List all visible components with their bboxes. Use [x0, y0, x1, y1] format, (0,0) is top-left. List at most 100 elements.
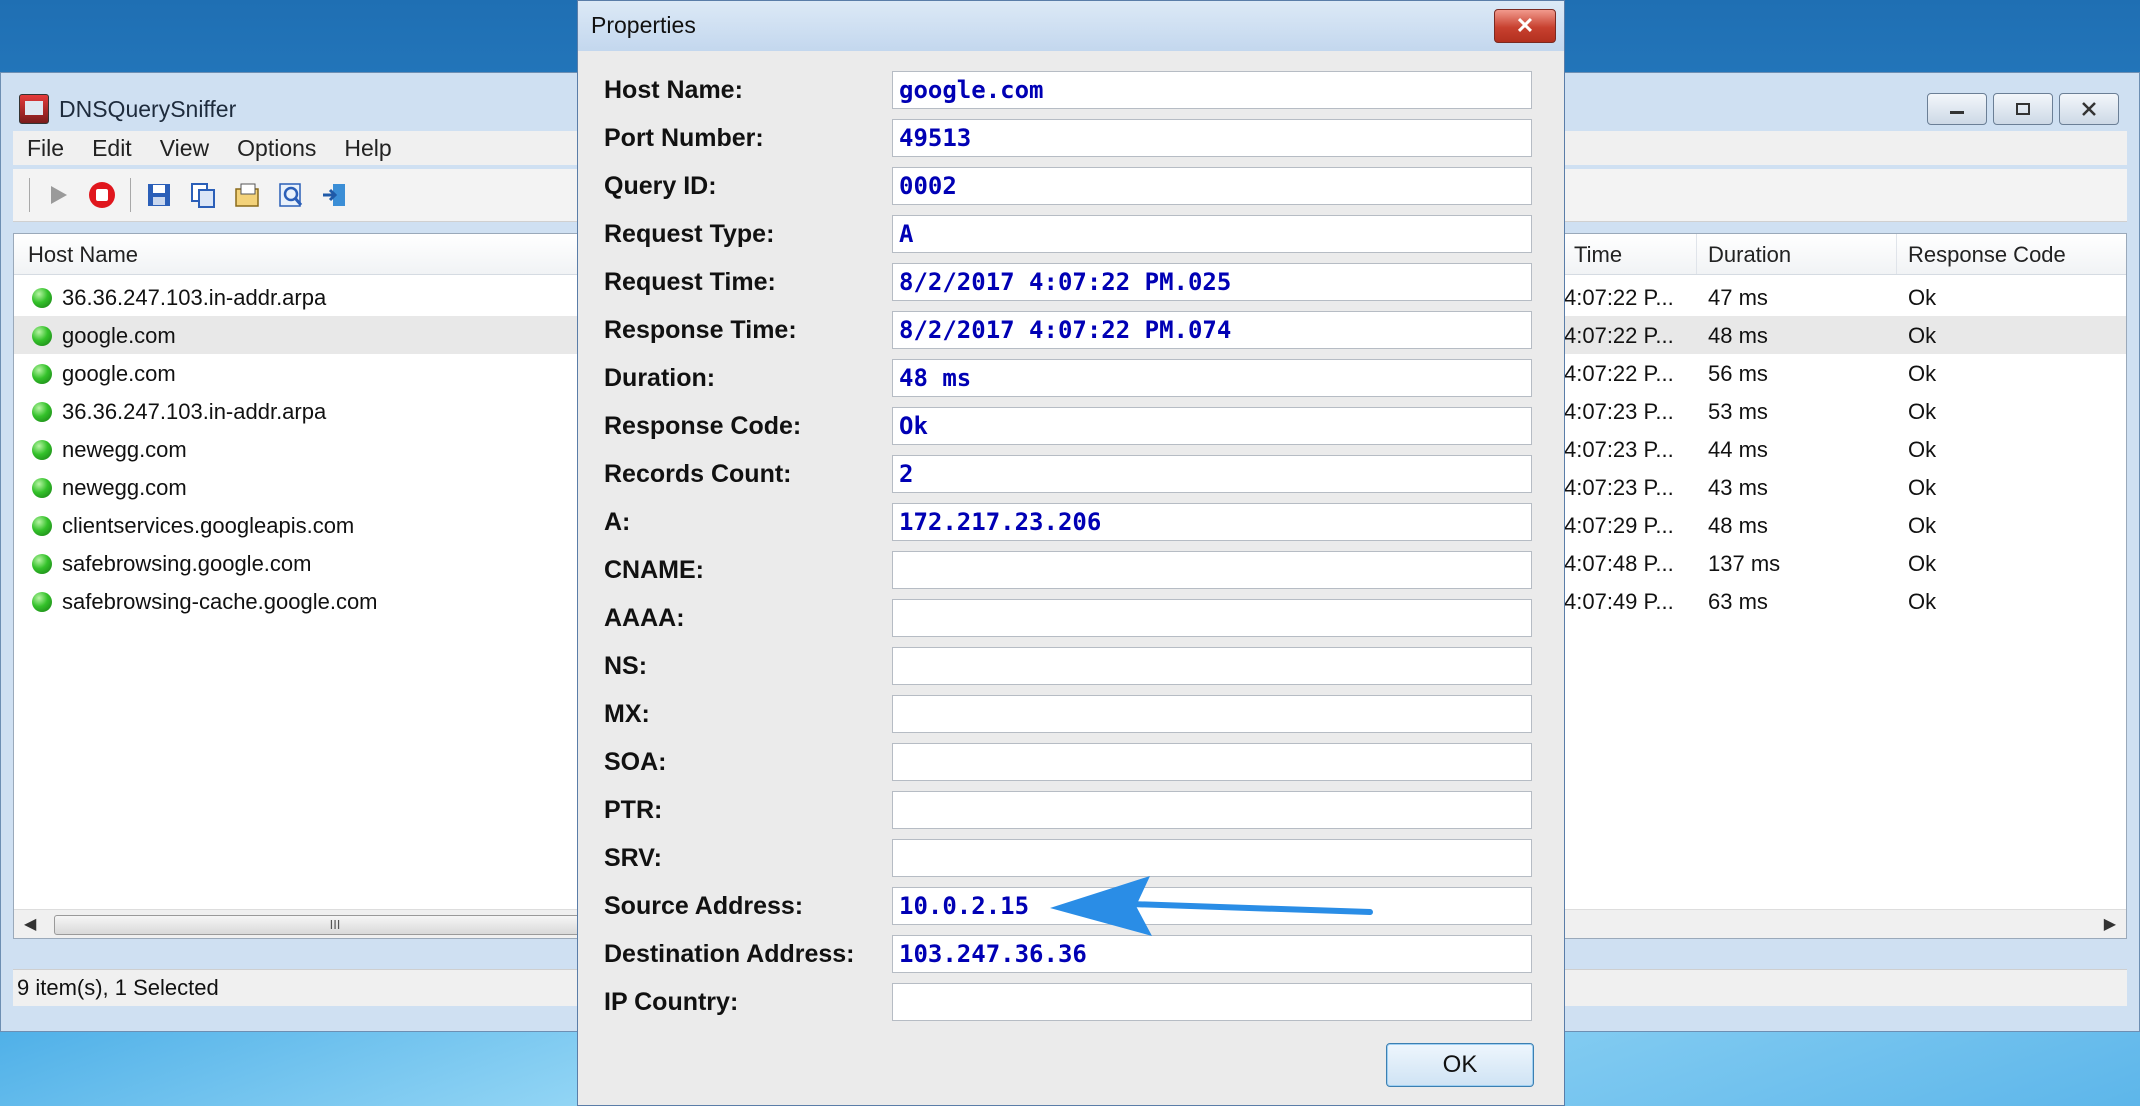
field-label: Source Address: — [604, 892, 804, 920]
host-cell: newegg.com — [62, 437, 187, 462]
status-dot-icon — [32, 592, 52, 612]
start-button[interactable] — [42, 179, 74, 211]
field-request-type: Request Type: A — [604, 215, 1544, 255]
dialog-close-button[interactable]: ✕ — [1494, 9, 1556, 43]
scrollbar-thumb[interactable]: III — [54, 915, 616, 935]
column-divider — [1896, 234, 1897, 274]
field-query-id: Query ID: 0002 — [604, 167, 1544, 207]
field-value[interactable]: 2 — [892, 455, 1532, 493]
save-button[interactable] — [143, 179, 175, 211]
status-dot-icon — [32, 288, 52, 308]
copy-button[interactable] — [187, 179, 219, 211]
response-code-cell: Ok — [1908, 285, 1937, 310]
exit-button[interactable] — [319, 179, 351, 211]
status-dot-icon — [32, 516, 52, 536]
field-label: Request Time: — [604, 268, 776, 296]
field-label: Host Name: — [604, 76, 743, 104]
field-value[interactable]: 8/2/2017 4:07:22 PM.074 — [892, 311, 1532, 349]
column-time[interactable]: Time — [1574, 242, 1622, 268]
field-port-number: Port Number: 49513 — [604, 119, 1544, 159]
field-value[interactable]: 8/2/2017 4:07:22 PM.025 — [892, 263, 1532, 301]
field-value[interactable]: A — [892, 215, 1532, 253]
stop-icon — [89, 182, 115, 208]
field-ns: NS: — [604, 647, 1544, 687]
field-value[interactable]: 172.217.23.206 — [892, 503, 1532, 541]
field-value[interactable] — [892, 695, 1532, 733]
field-value[interactable] — [892, 647, 1532, 685]
response-code-cell: Ok — [1908, 323, 1937, 348]
field-value[interactable] — [892, 791, 1532, 829]
scroll-left-icon[interactable]: ◀ — [24, 914, 36, 934]
host-cell: safebrowsing.google.com — [62, 551, 312, 576]
play-icon — [51, 186, 67, 204]
field-value[interactable]: google.com — [892, 71, 1532, 109]
field-label: Request Type: — [604, 220, 775, 248]
maximize-button[interactable] — [1993, 93, 2053, 125]
close-icon — [2082, 102, 2096, 116]
field-duration: Duration: 48 ms — [604, 359, 1544, 399]
field-label: SOA: — [604, 748, 667, 776]
field-value[interactable] — [892, 743, 1532, 781]
column-duration[interactable]: Duration — [1708, 242, 1791, 268]
duration-cell: 44 ms — [1708, 437, 1768, 462]
scroll-right-icon[interactable]: ▶ — [2104, 914, 2116, 934]
field-label: A: — [604, 508, 631, 536]
exit-icon — [323, 184, 345, 206]
close-icon: ✕ — [1515, 13, 1535, 38]
field-value[interactable] — [892, 983, 1532, 1021]
minimize-button[interactable] — [1927, 93, 1987, 125]
response-code-cell: Ok — [1908, 437, 1937, 462]
app-icon — [19, 94, 49, 124]
menu-file[interactable]: File — [13, 135, 78, 162]
status-dot-icon — [32, 402, 52, 422]
field-label: Response Time: — [604, 316, 797, 344]
field-label: MX: — [604, 700, 650, 728]
field-label: Records Count: — [604, 460, 792, 488]
status-dot-icon — [32, 554, 52, 574]
field-label: Duration: — [604, 364, 716, 392]
status-dot-icon — [32, 478, 52, 498]
response-code-cell: Ok — [1908, 399, 1937, 424]
ok-button[interactable]: OK — [1386, 1043, 1534, 1087]
field-label: Query ID: — [604, 172, 717, 200]
window-close-button[interactable] — [2059, 93, 2119, 125]
field-value[interactable]: 49513 — [892, 119, 1532, 157]
properties-button[interactable] — [231, 179, 263, 211]
duration-cell: 48 ms — [1708, 513, 1768, 538]
field-value[interactable]: 0002 — [892, 167, 1532, 205]
time-cell: 4:07:22 P... — [1564, 361, 1674, 386]
response-code-cell: Ok — [1908, 475, 1937, 500]
window-controls — [1927, 93, 2119, 125]
properties-dialog: Properties ✕ Host Name: google.com Port … — [577, 0, 1565, 1106]
host-cell: google.com — [62, 323, 176, 348]
field-value[interactable]: 103.247.36.36 — [892, 935, 1532, 973]
column-divider — [1696, 234, 1697, 274]
field-response-time: Response Time: 8/2/2017 4:07:22 PM.074 — [604, 311, 1544, 351]
field-aaaa: AAAA: — [604, 599, 1544, 639]
menu-help[interactable]: Help — [330, 135, 405, 162]
stop-button[interactable] — [86, 179, 118, 211]
time-cell: 4:07:23 P... — [1564, 399, 1674, 424]
duration-cell: 48 ms — [1708, 323, 1768, 348]
column-host-name[interactable]: Host Name — [28, 242, 138, 268]
menu-edit[interactable]: Edit — [78, 135, 146, 162]
field-label: NS: — [604, 652, 648, 680]
field-label: Port Number: — [604, 124, 764, 152]
field-value[interactable]: 48 ms — [892, 359, 1532, 397]
host-cell: clientservices.googleapis.com — [62, 513, 355, 538]
response-code-cell: Ok — [1908, 589, 1937, 614]
arrow-left-icon — [1050, 876, 1373, 936]
menu-options[interactable]: Options — [223, 135, 330, 162]
field-value[interactable] — [892, 599, 1532, 637]
dialog-title: Properties — [591, 12, 696, 38]
field-response-code: Response Code: Ok — [604, 407, 1544, 447]
copy-icon — [191, 183, 215, 208]
menu-view[interactable]: View — [146, 135, 223, 162]
field-value[interactable] — [892, 551, 1532, 589]
field-label: SRV: — [604, 844, 662, 872]
find-button[interactable] — [275, 179, 307, 211]
column-response-code[interactable]: Response Code — [1908, 242, 2066, 268]
time-cell: 4:07:22 P... — [1564, 323, 1674, 348]
field-label: Response Code: — [604, 412, 802, 440]
field-value[interactable]: Ok — [892, 407, 1532, 445]
